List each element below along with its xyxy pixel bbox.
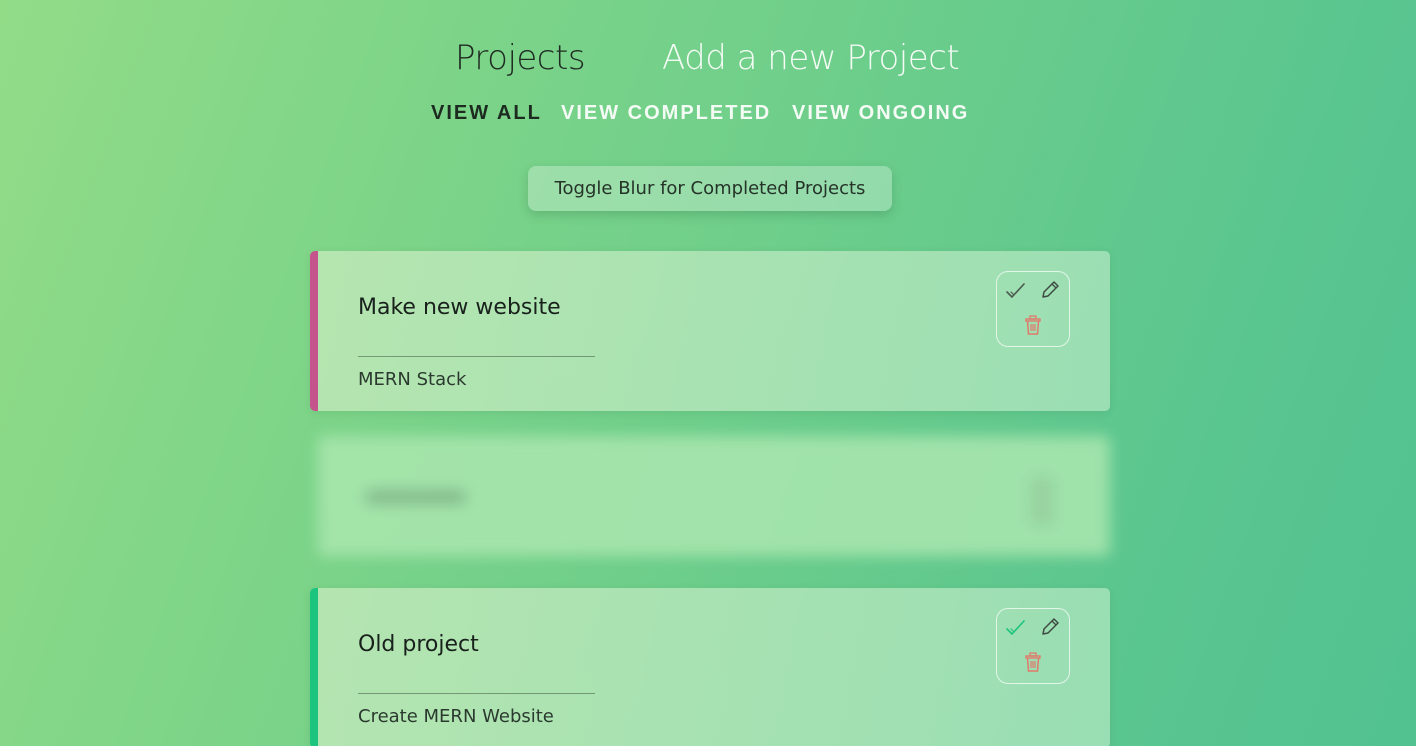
- pencil-icon[interactable]: [1039, 616, 1061, 638]
- trash-icon[interactable]: [1024, 315, 1042, 335]
- nav-projects-link[interactable]: Projects: [455, 38, 586, 78]
- project-details: MERN Stack: [358, 369, 467, 390]
- project-card-blurred: [318, 436, 1110, 556]
- filter-nav: VIEW ALL VIEW COMPLETED VIEW ONGOING: [0, 102, 1416, 126]
- project-title: [366, 490, 466, 504]
- project-details: Create MERN Website: [358, 706, 554, 727]
- project-actions: [996, 608, 1070, 684]
- project-actions: [1030, 476, 1054, 526]
- project-title: Old project: [358, 632, 479, 657]
- filter-view-ongoing[interactable]: VIEW ONGOING: [792, 102, 969, 125]
- project-actions: [996, 271, 1070, 347]
- divider: [358, 356, 595, 357]
- check-icon[interactable]: [1005, 280, 1027, 302]
- project-card: Old project Create MERN Website: [310, 588, 1110, 746]
- pencil-icon[interactable]: [1039, 279, 1061, 301]
- project-title: Make new website: [358, 295, 561, 320]
- status-stripe: [310, 251, 318, 411]
- status-stripe: [310, 588, 318, 746]
- check-icon[interactable]: [1005, 617, 1027, 639]
- trash-icon[interactable]: [1024, 652, 1042, 672]
- toggle-blur-button[interactable]: Toggle Blur for Completed Projects: [528, 166, 892, 211]
- filter-view-all[interactable]: VIEW ALL: [431, 102, 542, 125]
- project-card: Make new website MERN Stack: [310, 251, 1110, 411]
- nav-add-project-link[interactable]: Add a new Project: [662, 38, 960, 78]
- divider: [358, 693, 595, 694]
- filter-view-completed[interactable]: VIEW COMPLETED: [561, 102, 771, 125]
